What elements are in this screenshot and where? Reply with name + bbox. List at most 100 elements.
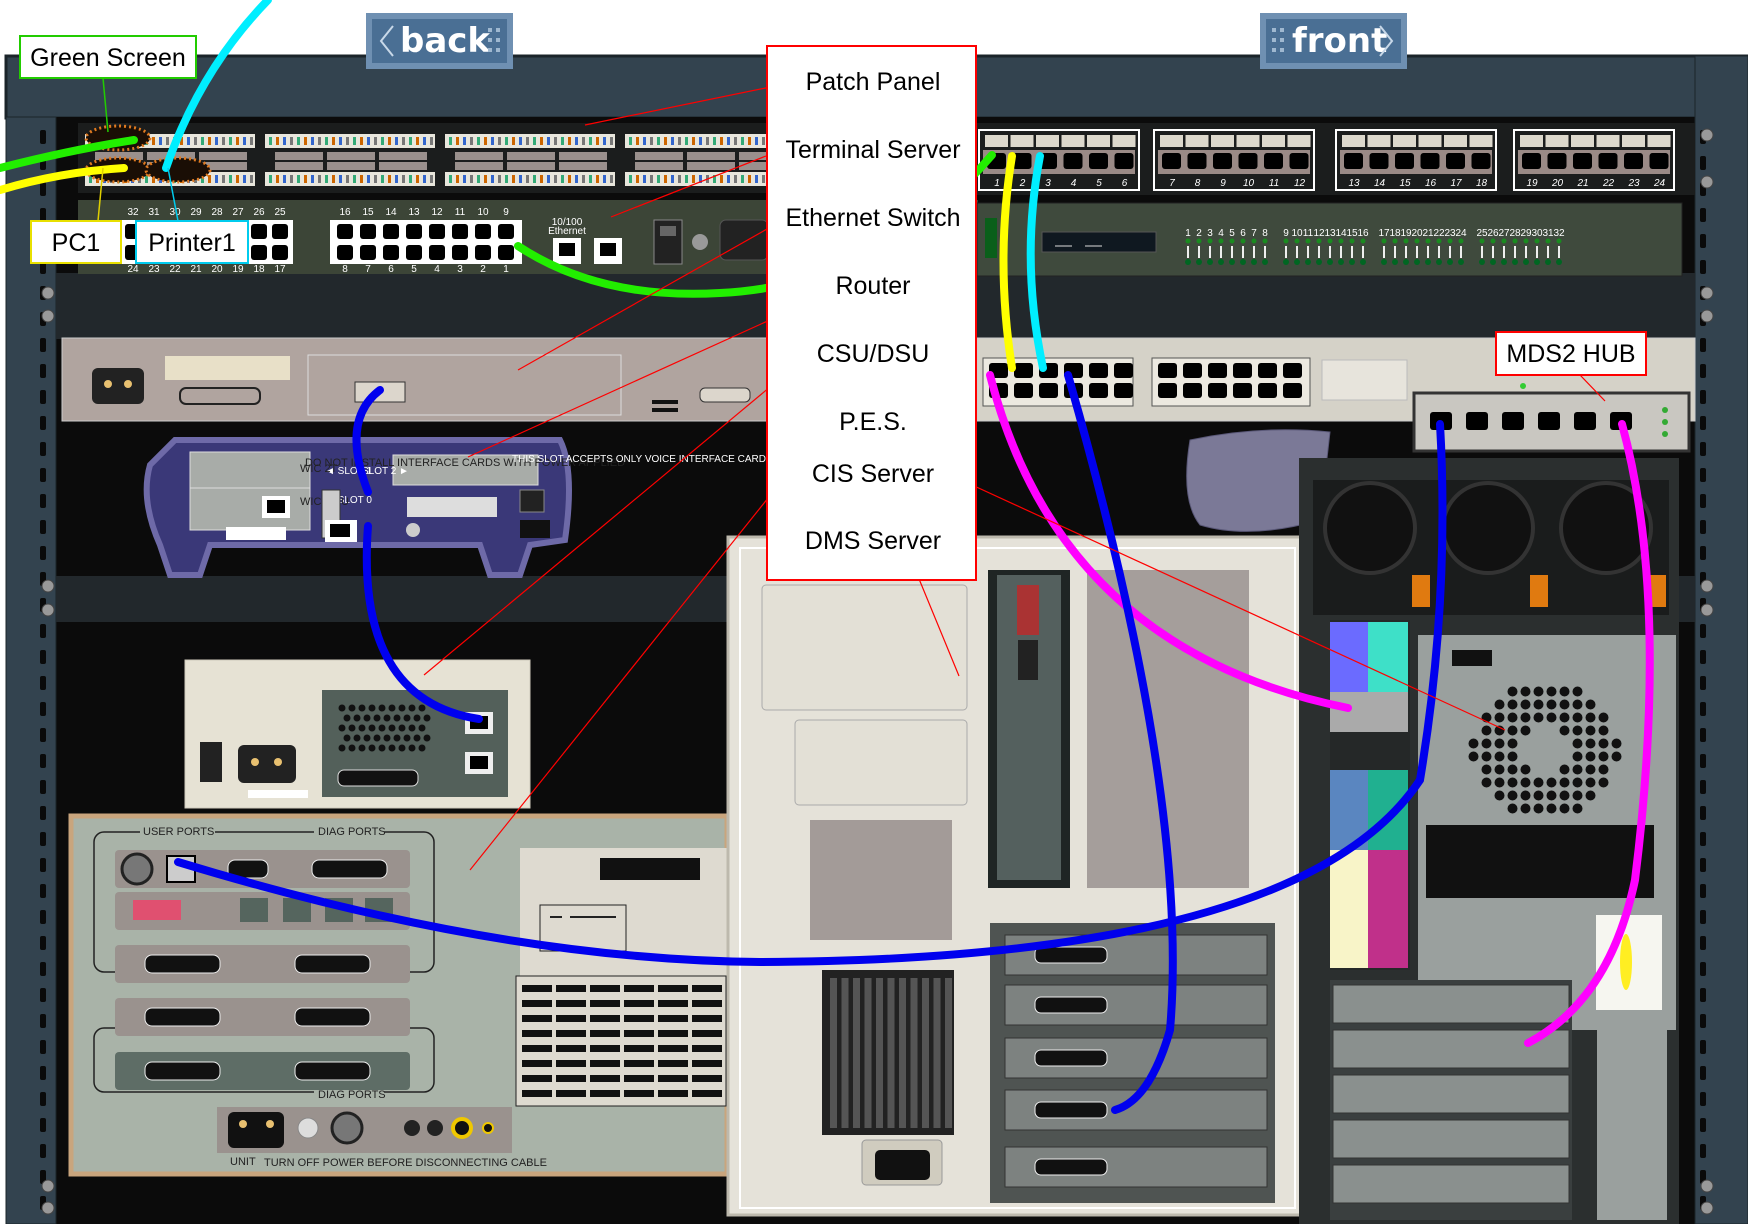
card-port[interactable]: [1034, 1101, 1108, 1119]
back-button[interactable]: back: [366, 13, 513, 69]
ethernet-port[interactable]: [1573, 153, 1592, 169]
rack-hole: [40, 884, 46, 898]
ethernet-port[interactable]: [1063, 153, 1083, 169]
serial-port[interactable]: [498, 245, 514, 260]
led-number: 32: [1553, 228, 1565, 239]
ethernet-port[interactable]: [1522, 153, 1541, 169]
serial-port[interactable]: [406, 224, 422, 239]
serial-port[interactable]: [406, 245, 422, 260]
ethernet-port[interactable]: [1258, 363, 1277, 378]
ethernet-port[interactable]: [1089, 153, 1108, 169]
status-led: [1229, 238, 1235, 244]
ethernet-port[interactable]: [1114, 153, 1134, 169]
ethernet-port[interactable]: [1344, 153, 1363, 169]
led-bar: [1536, 246, 1538, 258]
ethernet-port[interactable]: [1446, 153, 1465, 169]
ethernet-port[interactable]: [1208, 363, 1227, 378]
hub-port[interactable]: [1574, 412, 1596, 430]
csu-power-switch[interactable]: [200, 742, 222, 782]
ethernet-port[interactable]: [1649, 153, 1669, 169]
led-number: 30: [1531, 228, 1543, 239]
serial-port[interactable]: [337, 245, 353, 260]
ethernet-port[interactable]: [1183, 383, 1202, 398]
ethernet-port[interactable]: [1114, 363, 1133, 378]
wire-pin: [201, 137, 204, 145]
rj-port[interactable]: [240, 898, 268, 922]
serial-port[interactable]: [360, 224, 376, 239]
serial-port[interactable]: [475, 224, 491, 239]
serial-port[interactable]: [383, 245, 399, 260]
db-port[interactable]: [144, 1007, 221, 1027]
ethernet-port[interactable]: [1039, 383, 1058, 398]
serial-port[interactable]: [251, 224, 267, 239]
hub-port[interactable]: [1538, 412, 1560, 430]
serial-port[interactable]: [272, 224, 288, 239]
ethernet-port[interactable]: [1238, 153, 1258, 169]
ethernet-port[interactable]: [1547, 153, 1567, 169]
ethernet-port[interactable]: [1264, 153, 1283, 169]
rack-hole: [1700, 832, 1706, 846]
serial-port[interactable]: [429, 245, 445, 260]
front-button[interactable]: front: [1260, 13, 1407, 69]
db-port[interactable]: [294, 1061, 371, 1081]
ethernet-port[interactable]: [1395, 153, 1414, 169]
db25-port[interactable]: [311, 859, 388, 879]
hub-port[interactable]: [1466, 412, 1488, 430]
ethernet-port[interactable]: [1420, 153, 1440, 169]
ethernet-port[interactable]: [1233, 363, 1252, 378]
card-port[interactable]: [1034, 1158, 1108, 1176]
serial-port[interactable]: [475, 245, 491, 260]
serial-port[interactable]: [429, 224, 445, 239]
fan-hole: [1520, 699, 1531, 710]
ethernet-port[interactable]: [1158, 363, 1177, 378]
ethernet-port[interactable]: [1369, 153, 1389, 169]
wire-pin: [657, 137, 660, 145]
ethernet-port[interactable]: [1598, 153, 1618, 169]
dip-switch[interactable]: [133, 900, 181, 920]
ethernet-port[interactable]: [1258, 383, 1277, 398]
router-power-switch[interactable]: [519, 489, 545, 513]
serial-port[interactable]: [360, 245, 376, 260]
serial-port[interactable]: [452, 224, 468, 239]
ethernet-port[interactable]: [1187, 153, 1207, 169]
coax-port[interactable]: [120, 852, 154, 886]
card-port[interactable]: [1034, 1049, 1108, 1067]
db-port[interactable]: [294, 1007, 371, 1027]
ethernet-port[interactable]: [1208, 383, 1227, 398]
ethernet-port[interactable]: [1162, 153, 1181, 169]
card-port[interactable]: [1034, 946, 1108, 964]
db-port[interactable]: [144, 954, 221, 974]
wire-pin: [540, 175, 543, 183]
db-port[interactable]: [294, 954, 371, 974]
serial-port[interactable]: [272, 245, 288, 260]
ethernet-port[interactable]: [1089, 383, 1108, 398]
serial-port[interactable]: [452, 245, 468, 260]
wire-pin: [519, 137, 522, 145]
serial-port[interactable]: [383, 224, 399, 239]
ethernet-port[interactable]: [1014, 363, 1033, 378]
serial-port[interactable]: [251, 245, 267, 260]
serial-port[interactable]: [337, 224, 353, 239]
wire-pin: [547, 175, 550, 183]
ethernet-port[interactable]: [1471, 153, 1491, 169]
ethernet-port[interactable]: [1289, 153, 1309, 169]
card-port[interactable]: [1034, 996, 1108, 1014]
vent-slot: [887, 978, 895, 1128]
ethernet-port[interactable]: [1213, 153, 1232, 169]
ethernet-port[interactable]: [1089, 363, 1108, 378]
db-port[interactable]: [144, 1061, 221, 1081]
ethernet-port[interactable]: [1233, 383, 1252, 398]
ethernet-port[interactable]: [1283, 363, 1302, 378]
reset-button[interactable]: [692, 234, 708, 250]
ethernet-port[interactable]: [1114, 383, 1133, 398]
ethernet-port[interactable]: [1624, 153, 1643, 169]
ethernet-port[interactable]: [1183, 363, 1202, 378]
port-number: 7: [365, 264, 371, 275]
hub-port[interactable]: [1502, 412, 1524, 430]
ethernet-port[interactable]: [1158, 383, 1177, 398]
ethernet-port[interactable]: [1283, 383, 1302, 398]
serial-port[interactable]: [498, 224, 514, 239]
ethernet-port[interactable]: [1014, 383, 1033, 398]
wire-pin: [734, 175, 737, 183]
wire-pin: [568, 137, 571, 145]
